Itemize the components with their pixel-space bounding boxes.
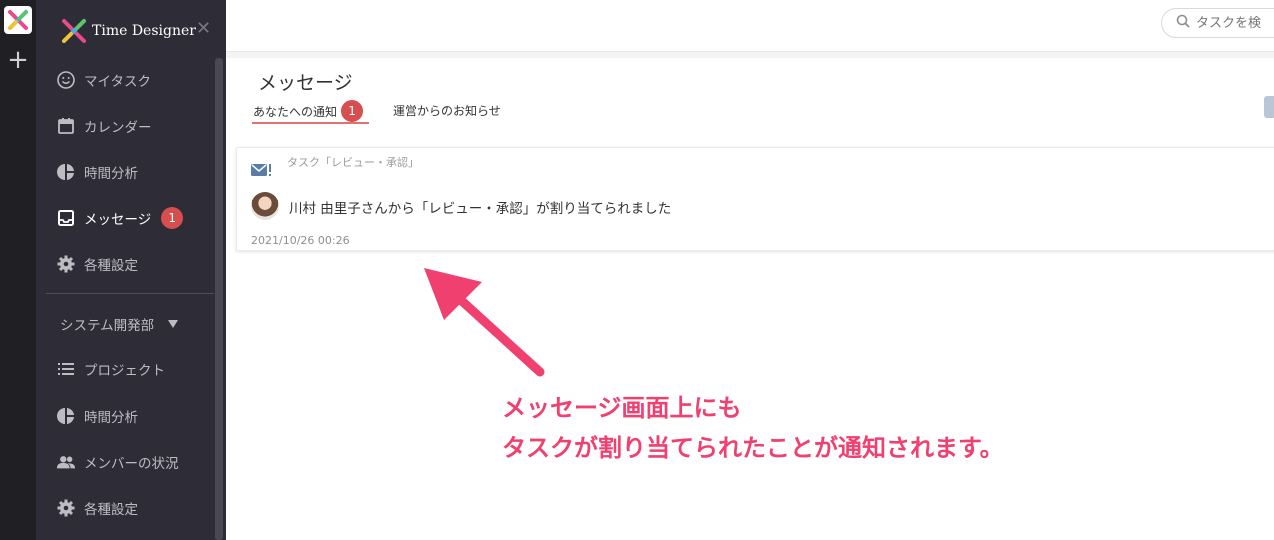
smile-icon xyxy=(56,70,76,90)
sidebar-item-label: 時間分析 xyxy=(84,410,138,426)
caret-down-icon xyxy=(168,316,179,332)
people-icon xyxy=(56,452,76,472)
sidebar-item-member-status[interactable]: メンバーの状況 xyxy=(56,450,179,474)
page-title: メッセージ xyxy=(258,72,353,94)
app-rail: + xyxy=(0,0,36,540)
annotation-callout: メッセージ画面上にも タスクが割り当てられたことが通知されます。 xyxy=(502,388,1004,468)
notification-timestamp: 2021/10/26 00:26 xyxy=(251,234,350,247)
notification-text: 川村 由里子さんから「レビュー・承認」が割り当てられました xyxy=(289,201,672,217)
add-workspace-icon[interactable]: + xyxy=(6,47,30,73)
annotation-arrow-icon xyxy=(424,268,545,377)
sidebar-item-settings[interactable]: 各種設定 xyxy=(56,252,138,276)
sidebar-item-label: メンバーの状況 xyxy=(84,456,179,472)
messages-header: メッセージ あなたへの通知 1 運営からのお知らせ xyxy=(226,58,1274,130)
sidebar-item-team-settings[interactable]: 各種設定 xyxy=(56,496,138,520)
sidebar-item-label: 各種設定 xyxy=(84,502,138,518)
gear-icon xyxy=(56,254,76,274)
tab-announcements[interactable]: 運営からのお知らせ xyxy=(393,102,501,119)
sidebar-scrollbar[interactable] xyxy=(215,58,223,540)
sidebar-item-calendar[interactable]: カレンダー xyxy=(56,114,152,138)
annotation-line-1: メッセージ画面上にも xyxy=(502,394,742,422)
sidebar: Time Designer ✕ マイタスク カレンダー 時間分析 メッセージ 1… xyxy=(36,0,226,540)
inbox-icon xyxy=(56,208,76,228)
annotation-line-2: タスクが割り当てられたことが通知されます。 xyxy=(502,434,1004,462)
team-group-toggle[interactable]: システム開発部 xyxy=(60,314,179,334)
sidebar-item-projects[interactable]: プロジェクト xyxy=(56,357,165,381)
edge-button[interactable] xyxy=(1264,96,1274,118)
tab-notifications[interactable]: あなたへの通知 1 xyxy=(253,100,364,122)
mail-alert-icon xyxy=(251,162,273,182)
pie-chart-icon xyxy=(56,162,76,182)
search-box[interactable] xyxy=(1161,8,1274,38)
brand[interactable]: Time Designer xyxy=(60,18,196,44)
notification-list: タスク「レビュー・承認」 川村 由里子さんから「レビュー・承認」が割り当てられま… xyxy=(226,130,1274,540)
sidebar-item-label: 各種設定 xyxy=(84,258,138,274)
sidebar-item-team-time-analysis[interactable]: 時間分析 xyxy=(56,404,138,428)
sidebar-item-label: カレンダー xyxy=(84,120,152,136)
calendar-icon xyxy=(56,116,76,136)
search-input[interactable] xyxy=(1196,15,1274,31)
brand-name: Time Designer xyxy=(92,23,196,39)
close-sidebar-icon[interactable]: ✕ xyxy=(196,20,211,38)
tab-label: 運営からのお知らせ xyxy=(393,104,501,118)
sidebar-item-my-tasks[interactable]: マイタスク xyxy=(56,68,151,92)
sidebar-item-label: メッセージ xyxy=(84,212,152,228)
active-tab-indicator xyxy=(252,122,369,124)
team-group-label: システム開発部 xyxy=(60,318,155,334)
pie-chart-icon xyxy=(56,406,76,426)
sidebar-item-label: 時間分析 xyxy=(84,166,138,182)
avatar xyxy=(251,192,279,220)
sidebar-item-time-analysis[interactable]: 時間分析 xyxy=(56,160,138,184)
notification-card[interactable]: タスク「レビュー・承認」 川村 由里子さんから「レビュー・承認」が割り当てられま… xyxy=(236,147,1274,251)
list-icon xyxy=(56,359,76,379)
tab-count-badge: 1 xyxy=(341,100,364,122)
unread-count-badge: 1 xyxy=(161,207,184,229)
gear-icon xyxy=(56,498,76,518)
notification-category: タスク「レビュー・承認」 xyxy=(287,156,419,169)
sidebar-item-label: マイタスク xyxy=(84,74,151,90)
brand-logo-icon xyxy=(62,19,86,43)
sidebar-item-messages[interactable]: メッセージ 1 xyxy=(56,206,184,230)
sidebar-divider xyxy=(46,293,214,294)
top-bar xyxy=(226,0,1274,52)
tab-label: あなたへの通知 xyxy=(253,104,338,119)
sidebar-item-label: プロジェクト xyxy=(84,363,165,379)
app-logo-icon[interactable] xyxy=(4,6,32,34)
search-icon xyxy=(1176,14,1190,32)
